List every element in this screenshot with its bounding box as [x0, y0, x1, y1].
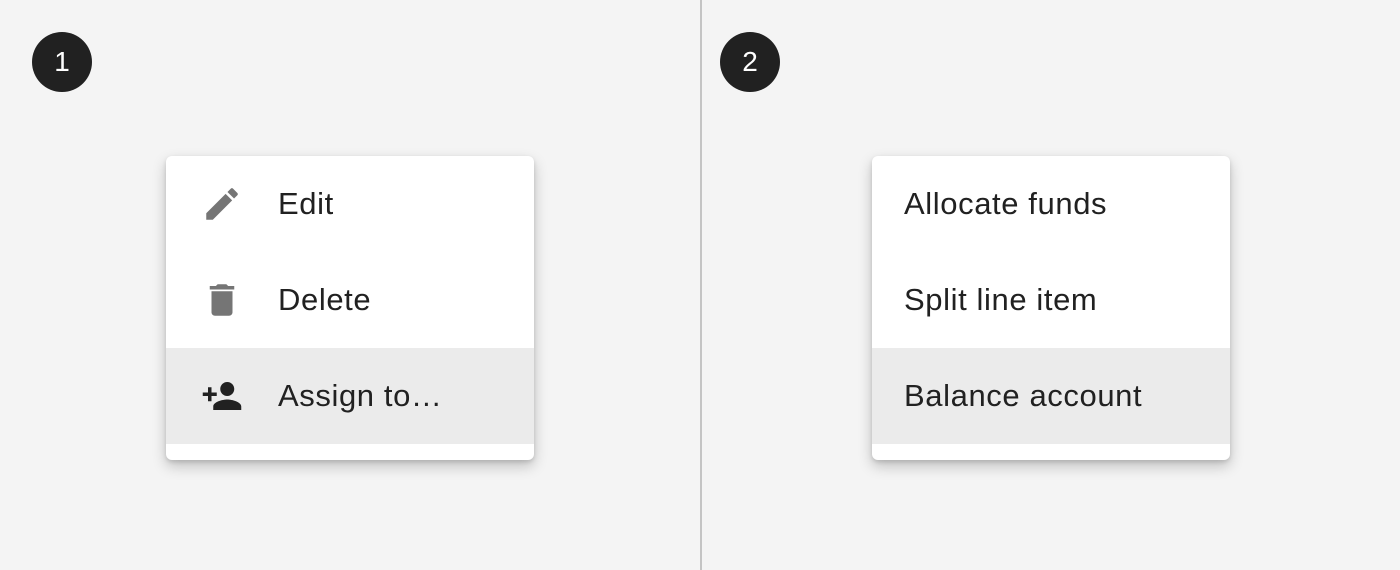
menu-item-label: Edit	[278, 186, 334, 221]
menu-with-icons: Edit Delete Assign to…	[166, 156, 534, 460]
menu-item-edit[interactable]: Edit	[166, 156, 534, 252]
example-panel-2: 2 Allocate funds Split line item Balance…	[702, 0, 1400, 570]
menu-text-only: Allocate funds Split line item Balance a…	[872, 156, 1230, 460]
menu-item-label: Assign to…	[278, 378, 443, 413]
step-badge-2: 2	[720, 32, 780, 92]
menu-item-label: Balance account	[904, 378, 1143, 413]
menu-item-label: Delete	[278, 282, 372, 317]
pencil-icon	[198, 180, 246, 228]
example-stage: 1 Edit Delete Assign to… 2 Allocate fund…	[0, 0, 1400, 570]
menu-item-split-line-item[interactable]: Split line item	[872, 252, 1230, 348]
trash-icon	[198, 276, 246, 324]
menu-item-allocate-funds[interactable]: Allocate funds	[872, 156, 1230, 252]
person-add-icon	[198, 372, 246, 420]
menu-item-label: Allocate funds	[904, 186, 1108, 221]
menu-item-balance-account[interactable]: Balance account	[872, 348, 1230, 444]
step-badge-1: 1	[32, 32, 92, 92]
example-panel-1: 1 Edit Delete Assign to…	[0, 0, 700, 570]
menu-item-assign-to[interactable]: Assign to…	[166, 348, 534, 444]
menu-item-delete[interactable]: Delete	[166, 252, 534, 348]
menu-item-label: Split line item	[904, 282, 1098, 317]
